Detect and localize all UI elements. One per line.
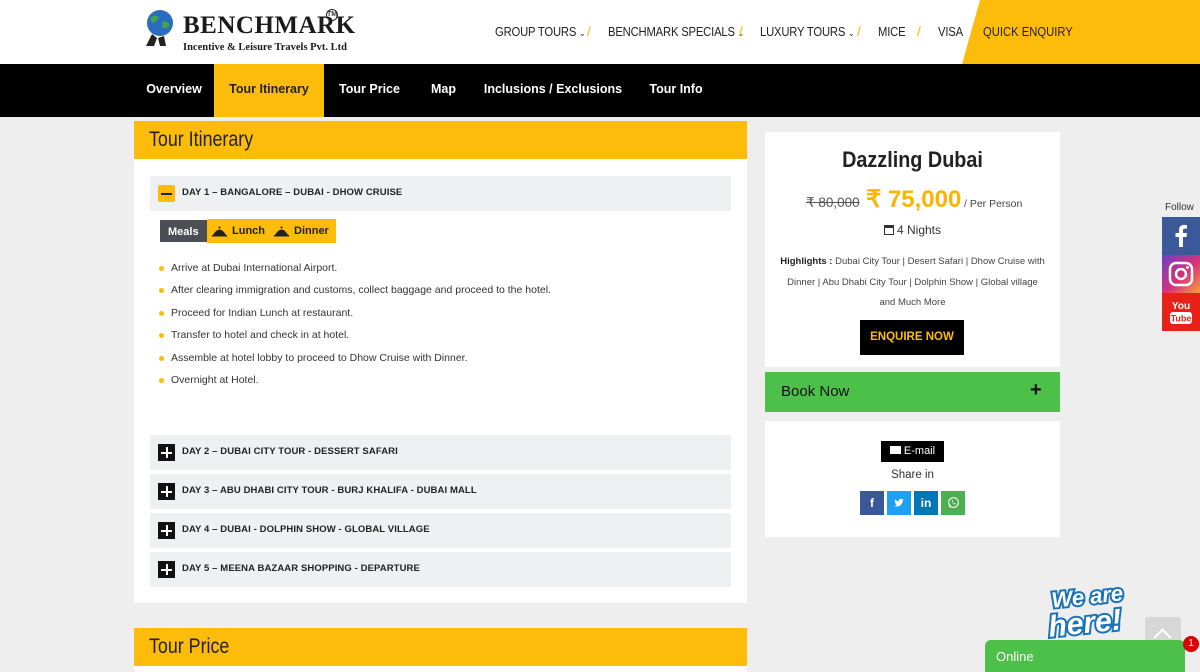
live-chat-bar[interactable]: Online [985, 640, 1185, 672]
enquire-now-button[interactable]: ENQUIRE NOW [860, 320, 964, 355]
tour-price-header: Tour Price [134, 628, 747, 666]
nav-separator: / [917, 23, 921, 39]
list-item: Arrive at Dubai International Airport. [159, 261, 551, 283]
tab-tour-info[interactable]: Tour Info [634, 64, 718, 117]
day-4-accordion[interactable]: DAY 4 – DUBAI - DOLPHIN SHOW - GLOBAL VI… [150, 513, 731, 548]
plus-icon [158, 483, 175, 500]
youtube-icon: You Tube [1170, 301, 1192, 324]
itinerary-header: Tour Itinerary [134, 121, 747, 159]
tab-overview[interactable]: Overview [134, 64, 214, 117]
plus-icon: + [1030, 379, 1042, 401]
old-price: ₹ 80,000 [806, 195, 860, 210]
book-now-label: Book Now [781, 383, 850, 400]
tab-inclusions-exclusions[interactable]: Inclusions / Exclusions [472, 64, 634, 117]
brand-subtitle: Incentive & Leisure Travels Pvt. Ltd [183, 42, 347, 53]
day-5-accordion[interactable]: DAY 5 – MEENA BAZAAR SHOPPING - DEPARTUR… [150, 552, 731, 587]
plus-icon [158, 444, 175, 461]
list-item: After clearing immigration and customs, … [159, 283, 551, 305]
meal-lunch-tag: Lunch [207, 219, 272, 243]
plus-icon [158, 522, 175, 539]
share-whatsapp-button[interactable] [941, 491, 965, 515]
email-button[interactable]: E-mail [881, 441, 944, 462]
nav-benchmark-specials[interactable]: BENCHMARK SPECIALS ⌄ [608, 25, 744, 39]
current-price: ₹ 75,000 [866, 186, 962, 213]
quick-enquiry-label: QUICK ENQUIRY [983, 25, 1073, 39]
facebook-icon [1175, 224, 1187, 247]
online-status-label: Online [996, 649, 1034, 664]
svg-text:here!: here! [1047, 603, 1123, 642]
nav-separator: / [857, 23, 861, 39]
section-tab-bar: Overview Tour Itinerary Tour Price Map I… [0, 64, 1200, 117]
nav-visa[interactable]: VISA [938, 25, 963, 39]
tab-map[interactable]: Map [415, 64, 472, 117]
nav-separator: / [739, 23, 743, 39]
day-1-activity-list: Arrive at Dubai International Airport. A… [159, 261, 551, 395]
share-in-label: Share in [891, 469, 934, 481]
chevron-down-icon: ⌄ [578, 28, 586, 38]
day-1-accordion[interactable]: DAY 1 – BANGALORE – DUBAI - DHOW CRUISE [150, 176, 731, 211]
per-person-label: / Per Person [964, 198, 1023, 210]
whatsapp-icon [947, 497, 959, 508]
unread-count-badge: 1 [1183, 636, 1199, 652]
plus-icon [158, 561, 175, 578]
instagram-icon [1168, 261, 1194, 287]
nav-group-tours[interactable]: GROUP TOURS ⌄ [495, 25, 586, 39]
package-highlights: Highlights : Dubai City Tour | Desert Sa… [780, 252, 1045, 314]
chevron-down-icon: ⌄ [847, 28, 855, 38]
list-item: Proceed for Indian Lunch at restaurant. [159, 306, 551, 328]
brand-logo[interactable]: BENCHMARK TM Incentive & Leisure Travels… [136, 6, 355, 58]
cloche-icon [212, 226, 227, 237]
minus-icon [158, 185, 175, 202]
book-now-accordion[interactable]: Book Now + [765, 372, 1060, 412]
tour-price-panel: Tour Price [134, 628, 747, 672]
day-1-label: DAY 1 – BANGALORE – DUBAI - DHOW CRUISE [182, 187, 403, 198]
nav-separator: / [587, 23, 591, 39]
nav-mice[interactable]: MICE [878, 25, 906, 39]
day-3-label: DAY 3 – ABU DHABI CITY TOUR - BURJ KHALI… [182, 485, 477, 496]
list-item: Transfer to hotel and check in at hotel. [159, 328, 551, 350]
svg-text:Tube: Tube [1171, 314, 1192, 324]
site-header: BENCHMARK TM Incentive & Leisure Travels… [0, 0, 1200, 64]
share-twitter-button[interactable] [887, 491, 911, 515]
svg-text:You: You [1172, 301, 1190, 312]
twitter-icon [894, 498, 904, 507]
meals-label: Meals [159, 219, 208, 243]
tab-tour-price[interactable]: Tour Price [324, 64, 415, 117]
day-2-label: DAY 2 – DUBAI CITY TOUR - DESSERT SAFARI [182, 446, 398, 457]
share-card: E-mail Share in f in [765, 421, 1060, 537]
nights-info: 4 Nights [765, 223, 1060, 237]
nav-luxury-tours[interactable]: LUXURY TOURS ⌄ [760, 25, 855, 39]
package-card: Dazzling Dubai ₹ 80,000 ₹ 75,000 / Per P… [765, 132, 1060, 367]
follow-facebook-button[interactable] [1162, 217, 1200, 255]
day-3-accordion[interactable]: DAY 3 – ABU DHABI CITY TOUR - BURJ KHALI… [150, 474, 731, 509]
envelope-icon [889, 446, 901, 454]
calendar-icon [883, 225, 894, 235]
follow-youtube-button[interactable]: You Tube [1162, 293, 1200, 331]
list-item: Overnight at Hotel. [159, 373, 551, 395]
package-title: Dazzling Dubai [842, 147, 983, 172]
day-5-label: DAY 5 – MEENA BAZAAR SHOPPING - DEPARTUR… [182, 563, 420, 574]
itinerary-panel: Tour Itinerary DAY 1 – BANGALORE – DUBAI… [134, 121, 747, 603]
quick-enquiry-button[interactable]: QUICK ENQUIRY [962, 0, 1200, 64]
tour-price-title: Tour Price [149, 635, 230, 658]
highlights-label: Highlights : [780, 256, 833, 267]
linkedin-icon: in [920, 496, 932, 510]
follow-label: Follow [1165, 202, 1194, 213]
tab-tour-itinerary[interactable]: Tour Itinerary [214, 64, 324, 117]
list-item: Assemble at hotel lobby to proceed to Dh… [159, 351, 551, 373]
follow-instagram-button[interactable] [1162, 255, 1200, 293]
globe-icon [146, 10, 173, 46]
meal-dinner-tag: Dinner [269, 219, 336, 243]
day-2-accordion[interactable]: DAY 2 – DUBAI CITY TOUR - DESSERT SAFARI [150, 435, 731, 470]
we-are-here-badge[interactable]: We are here! [1030, 578, 1150, 642]
trademark-mark: TM [326, 9, 338, 21]
share-linkedin-button[interactable]: in [914, 491, 938, 515]
itinerary-title: Tour Itinerary [149, 128, 254, 151]
facebook-icon: f [870, 496, 874, 510]
cloche-icon [274, 226, 289, 237]
day-4-label: DAY 4 – DUBAI - DOLPHIN SHOW - GLOBAL VI… [182, 524, 430, 535]
share-facebook-button[interactable]: f [860, 491, 884, 515]
